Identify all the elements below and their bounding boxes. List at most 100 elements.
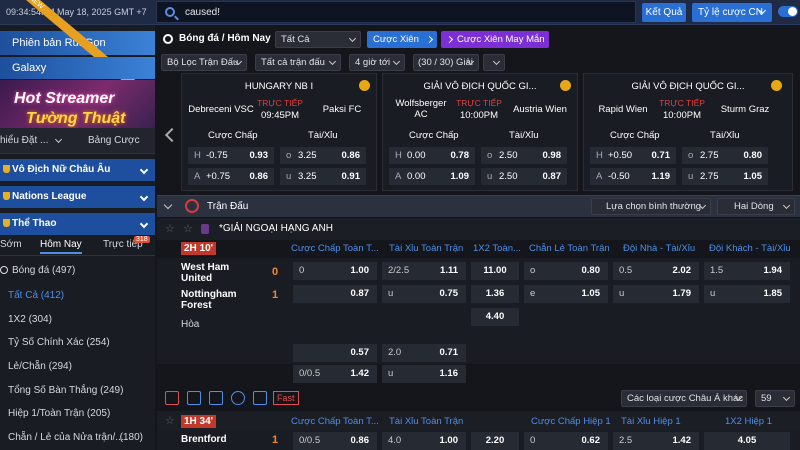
odds-cell[interactable]: 1.5 1.94 xyxy=(704,262,790,280)
match-card-1[interactable]: HUNGARY NB I Debreceni VSC TRỰC TIẾP 09:… xyxy=(181,73,377,191)
parlay-button[interactable]: Cược Xiên xyxy=(367,31,437,48)
search-input[interactable]: caused! xyxy=(156,1,636,23)
odds: 0.71 xyxy=(439,347,459,358)
menu-ht-ft[interactable]: Hiệp 1/Toàn Trận (205) xyxy=(0,404,155,424)
odds: 1.19 xyxy=(651,171,671,182)
odds-cell[interactable]: 0 1.00 xyxy=(293,262,377,280)
menu-half-odd-even[interactable]: Chẵn / Lẻ của Nửa trận/... (180) xyxy=(0,428,155,448)
sort-icon[interactable] xyxy=(483,54,505,71)
odds-button[interactable]: o 3.25 0.86 xyxy=(280,147,366,164)
row-layout-dropdown[interactable]: Hai Dòng xyxy=(717,198,795,215)
odds-button[interactable]: u 2.50 0.87 xyxy=(481,168,567,185)
sidebar-item-womens-euro[interactable]: Vô Địch Nữ Châu Âu xyxy=(0,159,155,181)
star-icon[interactable]: ☆ xyxy=(165,222,175,235)
menu-all[interactable]: Tất Cả (412) xyxy=(0,286,155,306)
refresh-icon[interactable] xyxy=(231,391,245,405)
odds-button[interactable]: o 2.50 0.98 xyxy=(481,147,567,164)
tab-bet-slip[interactable]: Bảng Cược xyxy=(88,135,140,146)
menu-soccer[interactable]: Bóng đá (497) xyxy=(0,261,155,281)
promo-compact-version[interactable]: Phiên bản Rút Gọn NEW xyxy=(0,0,155,91)
league-filter-dropdown[interactable]: Bộ Lọc Trận Đấu xyxy=(161,54,247,71)
match-filter-dropdown[interactable]: Tất cả trận đấu xyxy=(255,54,341,71)
odds-button[interactable]: A +0.75 0.86 xyxy=(188,168,274,185)
match1-column-headers: 2H 10' Cược Chấp Toàn T... Tài Xỉu Toàn … xyxy=(157,240,800,258)
sidebar-item-nations-league[interactable]: Nations League xyxy=(0,186,155,208)
odds-button[interactable]: u 2.75 1.05 xyxy=(682,168,768,185)
odds-cell[interactable]: 0.5 2.02 xyxy=(613,262,699,280)
tab-bet-guide[interactable]: hiểu Đặt ... xyxy=(0,135,48,146)
odds-cell[interactable]: 0/0.5 0.86 xyxy=(293,432,377,450)
league-count-button[interactable]: (30 / 30) Giải xyxy=(413,54,479,71)
odds-button[interactable]: A 0.00 1.09 xyxy=(389,168,475,185)
collapse-icon[interactable] xyxy=(163,200,173,210)
line: 0 xyxy=(299,265,305,276)
odds-cell[interactable]: 2.20 xyxy=(471,432,519,450)
star-icon[interactable]: ☆ xyxy=(183,222,193,235)
odds-cell[interactable]: 4.0 1.00 xyxy=(382,432,466,450)
odds-cell[interactable]: o 0.80 xyxy=(524,262,608,280)
odds-cell[interactable]: 0.87 xyxy=(293,285,377,303)
list-icon[interactable] xyxy=(209,391,223,405)
line: 3.25 xyxy=(298,150,317,161)
odds-cell[interactable]: 11.00 xyxy=(471,262,519,280)
line: 1.5 xyxy=(710,265,724,276)
odds-cell[interactable]: e 1.05 xyxy=(524,285,608,303)
line: 2.50 xyxy=(499,150,518,161)
odds-cell[interactable]: u 0.75 xyxy=(382,285,466,303)
tab-early[interactable]: Sớm xyxy=(0,239,22,250)
menu-1x2[interactable]: 1X2 (304) xyxy=(0,310,155,330)
promo-galaxy[interactable]: Galaxy xyxy=(0,57,155,79)
odds-type-dropdown[interactable]: Tỷ lệ cược CN xyxy=(692,3,772,22)
odds-cell[interactable]: 2/2.5 1.11 xyxy=(382,262,466,280)
odds-cell[interactable]: 4.40 xyxy=(471,308,519,326)
odds: 0.71 xyxy=(651,150,671,161)
odds-button[interactable]: H +0.50 0.71 xyxy=(590,147,676,164)
theme-toggle[interactable] xyxy=(778,6,798,17)
match-card-2[interactable]: GIẢI VÔ ĐỊCH QUỐC GI... Wolfsberger AC T… xyxy=(382,73,578,191)
line: 3.25 xyxy=(298,171,317,182)
line: -0.50 xyxy=(608,171,630,182)
odds-cell[interactable]: u 1.85 xyxy=(704,285,790,303)
tracker-icon[interactable] xyxy=(253,391,267,405)
odds-button[interactable]: H -0.75 0.93 xyxy=(188,147,274,164)
asian-markets-dropdown[interactable]: Các loại cược Châu Á khác xyxy=(621,390,747,407)
away-team: Nottingham Forest xyxy=(181,289,237,311)
odds-button[interactable]: u 3.25 0.91 xyxy=(280,168,366,185)
market-count-dropdown[interactable]: 59 xyxy=(755,390,795,407)
odds-cell[interactable]: u 1.79 xyxy=(613,285,699,303)
display-mode-dropdown[interactable]: Lựa chọn bình thường xyxy=(591,198,711,215)
match-card-3[interactable]: GIẢI VÔ ĐỊCH QUỐC GI... Rapid Wien TRỰC … xyxy=(583,73,793,191)
stats-icon[interactable] xyxy=(165,391,179,405)
lucky-parlay-button[interactable]: Cược Xiên May Mắn xyxy=(441,31,549,48)
tab-today[interactable]: Hôm Nay xyxy=(40,239,82,254)
odds-cell[interactable]: 0.57 xyxy=(293,344,377,362)
line: 2.75 xyxy=(700,150,719,161)
odds-button[interactable]: A -0.50 1.19 xyxy=(590,168,676,185)
fast-badge[interactable]: Fast xyxy=(273,391,299,405)
odds-cell[interactable]: 1.36 xyxy=(471,285,519,303)
menu-correct-score[interactable]: Tỷ Số Chính Xác (254) xyxy=(0,333,155,353)
odds-cell[interactable]: 0 0.62 xyxy=(524,432,608,450)
away-team: Paksi FC xyxy=(322,104,362,115)
odds-cell[interactable]: 2.5 1.42 xyxy=(613,432,699,450)
odds-cell[interactable]: 4.05 xyxy=(704,432,790,450)
odds-cell[interactable]: 0/0.5 1.42 xyxy=(293,365,377,383)
odds: 2.20 xyxy=(485,435,505,446)
results-button[interactable]: Kết Quả xyxy=(642,3,686,22)
prev-arrow-icon[interactable] xyxy=(164,127,180,143)
league-row[interactable]: ☆ ☆ *GIẢI NGOẠI HẠNG ANH xyxy=(157,218,800,240)
odds: 1.79 xyxy=(672,288,692,299)
odds: 0.86 xyxy=(249,171,269,182)
table-icon[interactable] xyxy=(187,391,201,405)
odds-cell[interactable]: u 1.16 xyxy=(382,365,466,383)
odds-cell[interactable]: 2.0 0.71 xyxy=(382,344,466,362)
odds-button[interactable]: o 2.75 0.80 xyxy=(682,147,768,164)
time-filter-dropdown[interactable]: 4 giờ tới xyxy=(349,54,405,71)
market-filter-dropdown[interactable]: Tất Cả xyxy=(275,31,361,48)
menu-total-goals[interactable]: Tổng Số Bàn Thắng (249) xyxy=(0,381,155,401)
league-name: *GIẢI NGOẠI HẠNG ANH xyxy=(219,223,333,234)
odds-button[interactable]: H 0.00 0.78 xyxy=(389,147,475,164)
away-team: Austria Wien xyxy=(513,104,567,115)
sidebar-item-sports[interactable]: Thể Thao xyxy=(0,213,155,235)
menu-odd-even[interactable]: Lẻ/Chẵn (294) xyxy=(0,357,155,377)
